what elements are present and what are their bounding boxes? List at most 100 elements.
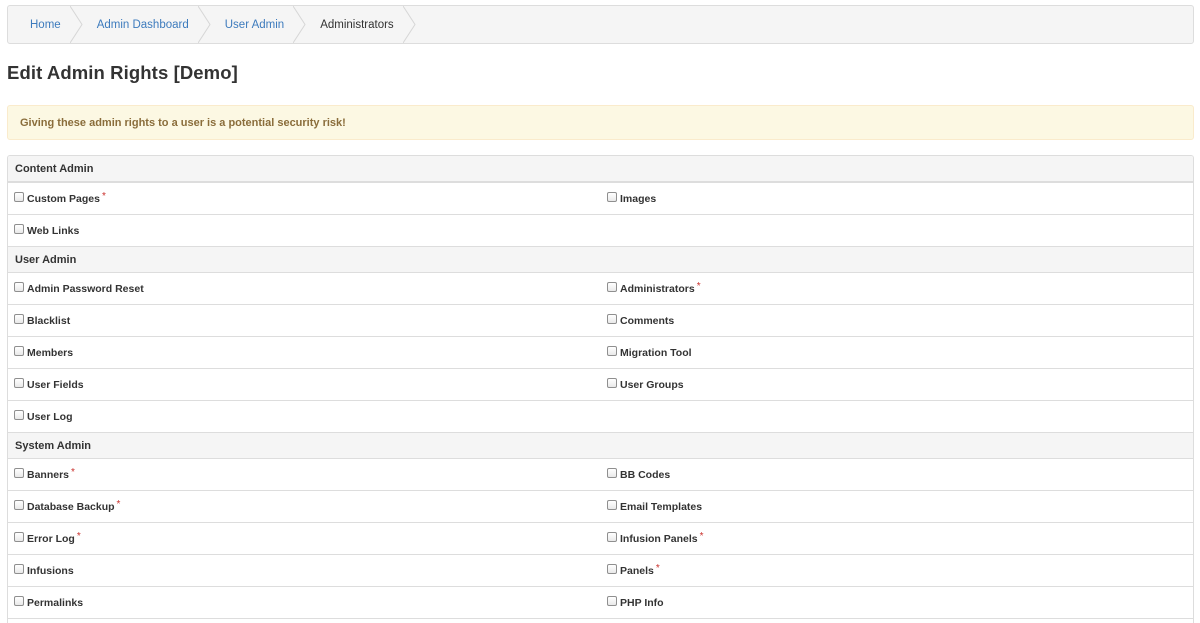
permission-comments[interactable]: Comments <box>601 314 1193 327</box>
permission-user-log[interactable]: User Log <box>8 410 601 423</box>
permission-checkbox[interactable] <box>607 596 617 606</box>
permission-permalinks[interactable]: Permalinks <box>8 596 601 609</box>
permission-checkbox[interactable] <box>14 346 24 356</box>
permission-checkbox[interactable] <box>14 468 24 478</box>
permission-label[interactable]: Infusions <box>27 565 74 577</box>
table-row: Database Backup * Email Templates <box>8 491 1193 523</box>
permission-user-fields[interactable]: User Fields <box>8 378 601 391</box>
permission-label[interactable]: Comments <box>620 315 674 327</box>
permission-php-info[interactable]: PHP Info <box>601 596 1193 609</box>
permission-blacklist[interactable]: Blacklist <box>8 314 601 327</box>
breadcrumb-label: User Admin <box>224 18 285 31</box>
permission-infusions[interactable]: Infusions <box>8 564 601 577</box>
permission-label[interactable]: User Log <box>27 411 73 423</box>
permission-administrators[interactable]: Administrators * <box>601 281 1193 295</box>
table-row: Members Migration Tool <box>8 337 1193 369</box>
breadcrumb-item-home[interactable]: Home <box>16 6 83 43</box>
breadcrumb-chevron-icon <box>293 6 306 43</box>
table-row: Infusions Panels * <box>8 555 1193 587</box>
page-title: Edit Admin Rights [Demo] <box>7 62 238 83</box>
permission-checkbox[interactable] <box>14 378 24 388</box>
security-warning-alert: Giving these admin rights to a user is a… <box>7 105 1194 140</box>
permission-infusion-panels[interactable]: Infusion Panels * <box>601 531 1193 545</box>
permission-checkbox[interactable] <box>14 314 24 324</box>
permission-images[interactable]: Images <box>601 192 1193 205</box>
permission-checkbox[interactable] <box>607 378 617 388</box>
permission-label[interactable]: Error Log <box>27 533 75 545</box>
permission-label[interactable]: Administrators <box>620 283 695 295</box>
table-row: Custom Pages * Images <box>8 183 1193 215</box>
breadcrumb-chevron-icon <box>402 6 416 43</box>
breadcrumb-item-user-admin[interactable]: User Admin <box>211 6 306 43</box>
permission-checkbox[interactable] <box>14 500 24 510</box>
permission-checkbox[interactable] <box>14 532 24 542</box>
permission-label[interactable]: Email Templates <box>620 501 702 513</box>
required-asterisk: * <box>696 281 701 292</box>
permission-label[interactable]: Admin Password Reset <box>27 283 144 295</box>
permission-label[interactable]: Panels <box>620 565 654 577</box>
permission-checkbox[interactable] <box>14 564 24 574</box>
permission-checkbox[interactable] <box>14 596 24 606</box>
section-title: System Admin <box>15 439 92 452</box>
permission-checkbox[interactable] <box>607 346 617 356</box>
permission-label[interactable]: Web Links <box>27 225 79 237</box>
permission-checkbox[interactable] <box>607 192 617 202</box>
permission-members[interactable]: Members <box>8 346 601 359</box>
permission-label[interactable]: Custom Pages <box>27 193 100 205</box>
required-asterisk: * <box>655 563 660 574</box>
required-asterisk: * <box>101 191 106 202</box>
permission-label[interactable]: Migration Tool <box>620 347 692 359</box>
permission-error-log[interactable]: Error Log * <box>8 531 601 545</box>
permission-label[interactable]: User Groups <box>620 379 684 391</box>
permission-panels[interactable]: Panels * <box>601 563 1193 577</box>
permission-label[interactable]: BB Codes <box>620 469 670 481</box>
permission-banners[interactable]: Banners * <box>8 467 601 481</box>
permission-label[interactable]: Permalinks <box>27 597 83 609</box>
permission-checkbox[interactable] <box>14 410 24 420</box>
permission-web-links[interactable]: Web Links <box>8 224 601 237</box>
permission-checkbox[interactable] <box>607 500 617 510</box>
breadcrumb-label: Home <box>30 18 61 31</box>
permission-checkbox[interactable] <box>607 468 617 478</box>
permission-checkbox[interactable] <box>14 192 24 202</box>
section-header-system-admin: System Admin <box>8 433 1193 459</box>
table-row: Admin Password Reset Administrators * <box>8 273 1193 305</box>
permission-checkbox[interactable] <box>607 282 617 292</box>
permission-checkbox[interactable] <box>14 224 24 234</box>
permission-user-groups[interactable]: User Groups <box>601 378 1193 391</box>
breadcrumb-chevron-icon <box>197 6 211 43</box>
permission-checkbox[interactable] <box>607 532 617 542</box>
table-row: User Log <box>8 401 1193 433</box>
table-row: Blacklist Comments <box>8 305 1193 337</box>
permission-label[interactable]: Banners <box>27 469 69 481</box>
permission-label[interactable]: Database Backup <box>27 501 115 513</box>
permission-checkbox[interactable] <box>14 282 24 292</box>
permission-admin-password-reset[interactable]: Admin Password Reset <box>8 282 601 295</box>
table-row: User Fields User Groups <box>8 369 1193 401</box>
breadcrumb-chevron-icon <box>69 6 83 43</box>
permission-label[interactable]: Images <box>620 193 656 205</box>
permission-bb-codes[interactable]: BB Codes <box>601 468 1193 481</box>
table-row: Banners * BB Codes <box>8 459 1193 491</box>
permission-checkbox[interactable] <box>607 564 617 574</box>
breadcrumb: Home Admin Dashboard User Admin Administrat… <box>7 5 1194 44</box>
permission-label[interactable]: Members <box>27 347 73 359</box>
permission-label[interactable]: User Fields <box>27 379 84 391</box>
permission-label[interactable]: PHP Info <box>620 597 664 609</box>
permission-checkbox[interactable] <box>607 314 617 324</box>
breadcrumb-label: Admin Dashboard <box>96 18 189 31</box>
permission-custom-pages[interactable]: Custom Pages * <box>8 191 601 205</box>
admin-rights-table: Content Admin Custom Pages * Images Web Link… <box>7 155 1194 623</box>
permission-migration-tool[interactable]: Migration Tool <box>601 346 1193 359</box>
table-row: Permalinks PHP Info <box>8 587 1193 619</box>
permission-email-templates[interactable]: Email Templates <box>601 500 1193 513</box>
table-row: Web Links <box>8 215 1193 247</box>
permission-label[interactable]: Infusion Panels <box>620 533 698 545</box>
permission-database-backup[interactable]: Database Backup * <box>8 499 601 513</box>
section-header-user-admin: User Admin <box>8 247 1193 273</box>
breadcrumb-label: Administrators <box>320 18 394 31</box>
permission-label[interactable]: Blacklist <box>27 315 70 327</box>
breadcrumb-item-administrators: Administrators <box>306 6 416 43</box>
alert-text: Giving these admin rights to a user is a… <box>20 116 346 129</box>
breadcrumb-item-admin-dashboard[interactable]: Admin Dashboard <box>83 6 211 43</box>
